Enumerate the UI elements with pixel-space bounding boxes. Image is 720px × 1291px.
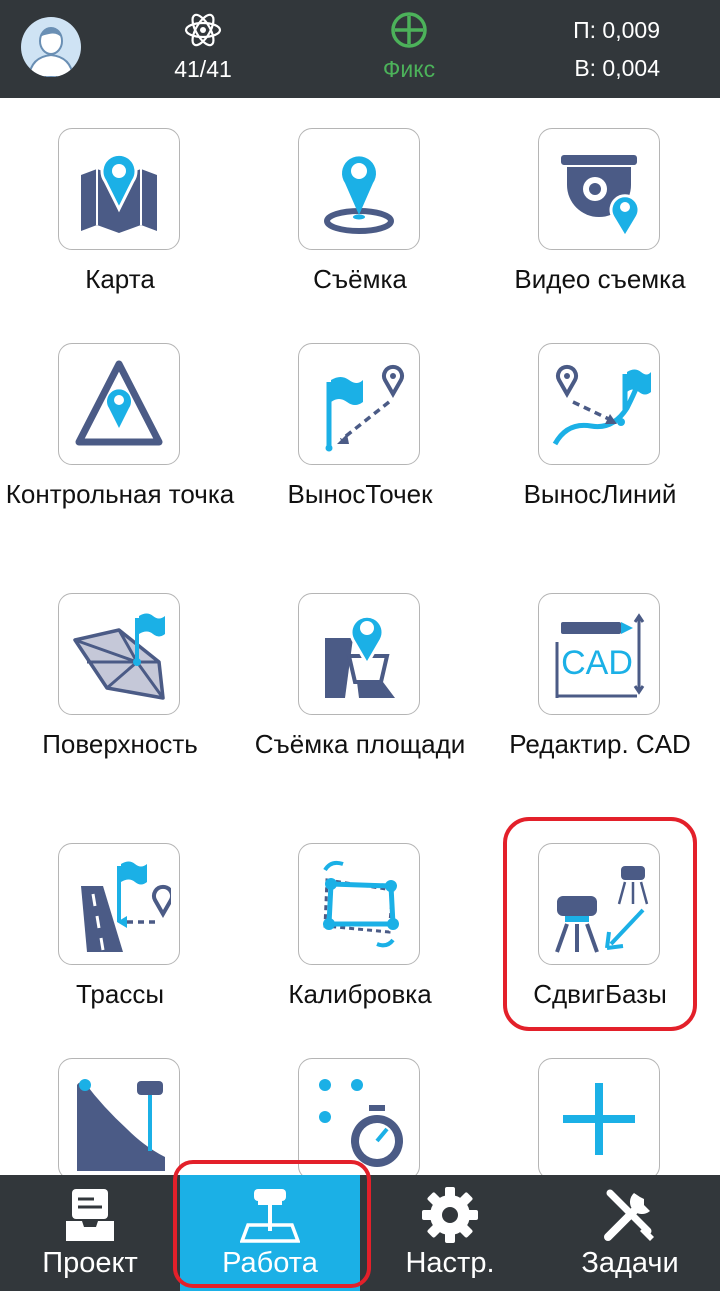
tile-surface-label: Поверхность — [42, 729, 198, 759]
gear-icon — [422, 1187, 478, 1243]
precision-horizontal: П: 0,009 — [573, 17, 660, 43]
nav-settings-label: Настр. — [405, 1247, 495, 1279]
satellite-count: 41/41 — [174, 56, 232, 82]
slope-receiver-icon — [77, 1079, 165, 1171]
tile-survey-box[interactable] — [298, 128, 420, 250]
cad-text-icon: CAD — [561, 644, 633, 682]
stakeout-points-icon — [325, 364, 404, 452]
video-camera-icon — [561, 155, 641, 240]
tile-calibration-box[interactable] — [298, 843, 420, 965]
tile-survey-label: Съёмка — [313, 264, 407, 294]
nav-tasks[interactable]: Задачи — [540, 1175, 720, 1291]
base-shift-highlight — [503, 817, 697, 1031]
tile-control-point-box[interactable] — [58, 343, 180, 465]
tile-calibration-label: Калибровка — [288, 979, 432, 1009]
calibration-icon — [323, 860, 399, 948]
tile-cad-edit-box[interactable]: CAD — [538, 593, 660, 715]
survey-pin-icon — [324, 156, 394, 234]
fix-status: Фикс — [382, 56, 436, 82]
nav-project[interactable]: Проект — [0, 1175, 180, 1291]
tile-slope-receiver-box[interactable] — [58, 1058, 180, 1180]
tile-routes-label: Трассы — [75, 979, 165, 1009]
user-avatar-icon[interactable] — [21, 17, 81, 77]
tile-map-box[interactable] — [58, 128, 180, 250]
tile-area-survey-box[interactable] — [298, 593, 420, 715]
nav-settings[interactable]: Настр. — [360, 1175, 540, 1291]
plus-icon — [563, 1083, 635, 1155]
project-tray-icon — [66, 1189, 114, 1241]
timer-icon — [319, 1079, 403, 1167]
tools-icon — [604, 1189, 654, 1241]
tile-stakeout-lines-box[interactable] — [538, 343, 660, 465]
tile-stakeout-points-box[interactable] — [298, 343, 420, 465]
nav-project-label: Проект — [42, 1247, 138, 1279]
tile-control-point-label: Контрольная точка — [5, 479, 235, 509]
area-survey-icon — [325, 614, 395, 698]
tile-cad-edit-label: Редактир. CAD — [509, 729, 691, 759]
surface-icon — [73, 613, 165, 700]
tile-stakeout-points-label: ВыносТочек — [287, 479, 433, 509]
control-point-icon — [75, 360, 163, 446]
stakeout-lines-icon — [552, 364, 651, 446]
cad-icon: CAD — [555, 613, 645, 698]
tile-routes-box[interactable] — [58, 843, 180, 965]
atom-satellite-icon[interactable] — [183, 10, 223, 50]
map-pin-icon — [81, 152, 157, 233]
tile-area-survey-label: Съёмка площади — [254, 729, 466, 759]
crosshair-icon[interactable] — [389, 10, 429, 50]
precision-vertical: В: 0,004 — [574, 55, 660, 81]
nav-tasks-label: Задачи — [581, 1247, 679, 1279]
tile-video-survey-box[interactable] — [538, 128, 660, 250]
tile-surface-box[interactable] — [58, 593, 180, 715]
tile-stakeout-lines-label: ВыносЛиний — [523, 479, 677, 509]
tile-add-box[interactable] — [538, 1058, 660, 1180]
tile-map-label: Карта — [85, 264, 155, 294]
road-icon — [81, 861, 171, 952]
status-bar: 41/41 Фикс П: 0,009 В: 0,004 — [0, 0, 720, 98]
tile-video-survey-label: Видео съемка — [514, 264, 686, 294]
work-highlight — [173, 1160, 371, 1288]
